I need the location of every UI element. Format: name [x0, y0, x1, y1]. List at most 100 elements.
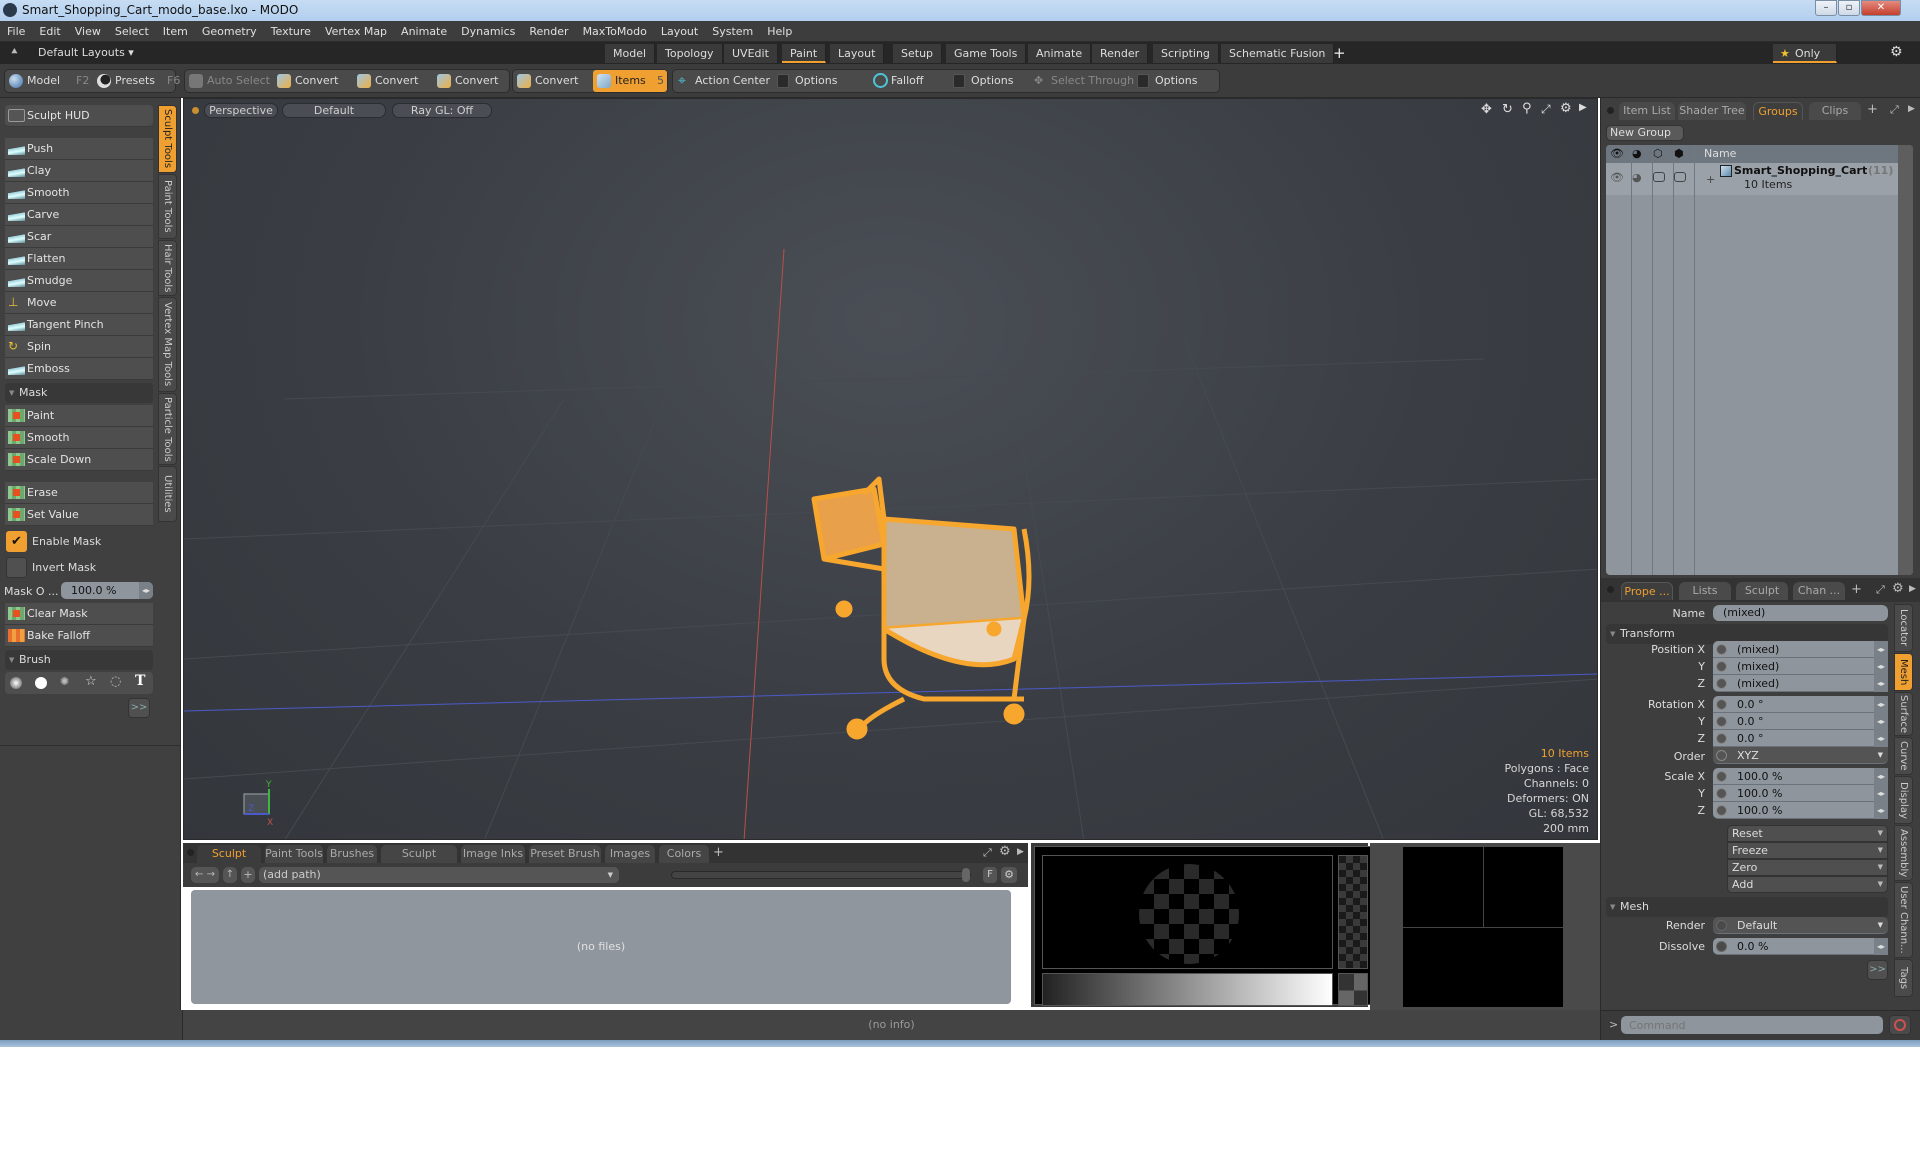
hard-brush-icon[interactable] — [35, 677, 47, 689]
rotation-z-field[interactable]: 0.0 ° ◂▸ — [1713, 730, 1888, 747]
scale-z-field[interactable]: 100.0 % ◂▸ — [1713, 802, 1888, 819]
keyframe-dot-icon[interactable] — [1716, 771, 1727, 782]
tab-image-inks[interactable]: Image Inks — [461, 845, 525, 863]
clear-mask-button[interactable]: Clear Mask — [5, 603, 153, 625]
name-column-header[interactable]: Name — [1704, 147, 1736, 160]
tab-item-list[interactable]: Item List — [1619, 102, 1675, 120]
vtab-tags[interactable]: Tags — [1894, 959, 1913, 997]
render-dropdown[interactable]: Default ▼ — [1713, 917, 1888, 934]
zero-dropdown[interactable]: Zero — [1727, 859, 1888, 876]
tab-groups[interactable]: Groups — [1753, 102, 1803, 120]
layout-selector[interactable]: Default Layouts ▾ — [38, 46, 134, 59]
command-input[interactable] — [1621, 1016, 1883, 1034]
vtab-display[interactable]: Display — [1894, 776, 1913, 824]
select-toggle-icon[interactable] — [1674, 172, 1686, 182]
action-center-options-button[interactable]: Options — [773, 70, 837, 92]
vector-brush-icon[interactable]: ◌ — [110, 674, 121, 689]
more-properties-button[interactable]: >> — [1867, 960, 1888, 980]
keyframe-dot-icon[interactable] — [1716, 788, 1727, 799]
gear-icon[interactable]: ⚙ — [1890, 44, 1903, 60]
layout-tab-layout[interactable]: Layout — [830, 44, 885, 63]
falloff-button[interactable]: Falloff — [869, 70, 923, 92]
name-field[interactable]: (mixed) — [1713, 605, 1888, 621]
thumbnail-size-slider[interactable] — [671, 868, 971, 882]
menu-geometry[interactable]: Geometry — [195, 21, 264, 42]
add-tab-button[interactable]: + — [1851, 582, 1862, 597]
render-icon[interactable]: ◕ — [1632, 147, 1642, 160]
vtab-particle-tools[interactable]: Particle Tools — [158, 393, 177, 465]
menu-maxtomodo[interactable]: MaxToModo — [576, 21, 654, 42]
layout-tab-model[interactable]: Model — [605, 44, 656, 63]
scale-x-field[interactable]: 100.0 % ◂▸ — [1713, 768, 1888, 785]
enable-mask-checkbox[interactable]: ✔ — [6, 531, 27, 552]
keyframe-dot-icon[interactable] — [1716, 716, 1727, 727]
layout-tab-uvedit[interactable]: UVEdit — [724, 44, 778, 63]
layout-tab-render[interactable]: Render — [1092, 44, 1149, 63]
invert-mask-checkbox[interactable] — [6, 557, 27, 578]
freeze-dropdown[interactable]: Freeze — [1727, 842, 1888, 859]
tab-colors[interactable]: Colors — [659, 845, 709, 863]
mask-erase-button[interactable]: Erase — [5, 482, 153, 504]
tab-clips[interactable]: Clips — [1809, 102, 1861, 120]
tab-brushes[interactable]: Brushes — [327, 845, 377, 863]
convert-vertices-button[interactable]: Convert — [273, 70, 339, 92]
gear-icon[interactable]: ⚙ — [1001, 867, 1017, 883]
vtab-vertex-map-tools[interactable]: Vertex Map Tools — [158, 297, 177, 392]
3d-viewport[interactable]: Perspective Default Ray GL: Off ✥ ↻ ⚲ ⤢ … — [183, 98, 1598, 840]
tool-tangent-pinch[interactable]: Tangent Pinch — [5, 314, 153, 336]
add-tab-button[interactable]: + — [713, 845, 724, 860]
group-row[interactable]: 👁 ◕ + Smart_Shopping_Cart (11) 10 Items — [1606, 163, 1898, 195]
add-button[interactable]: + — [241, 867, 255, 883]
rotation-x-field[interactable]: 0.0 ° ◂▸ — [1713, 696, 1888, 713]
menu-arrow-icon[interactable]: ▶ — [1908, 104, 1915, 114]
menu-view[interactable]: View — [68, 21, 108, 42]
render-icon[interactable]: ◕ — [1632, 171, 1642, 184]
vtab-assembly[interactable]: Assembly — [1894, 825, 1913, 881]
menu-layout[interactable]: Layout — [654, 21, 705, 42]
layout-tab-setup[interactable]: Setup — [893, 44, 943, 63]
keyframe-dot-icon[interactable] — [1716, 644, 1727, 655]
menu-file[interactable]: File — [0, 21, 32, 42]
up-directory-button[interactable]: ↑ — [223, 867, 237, 883]
bake-falloff-button[interactable]: Bake Falloff — [5, 625, 153, 647]
brush-section-header[interactable]: Brush — [5, 650, 153, 670]
keyframe-dot-icon[interactable] — [1716, 920, 1727, 931]
layout-tab-topology[interactable]: Topology — [657, 44, 723, 63]
convert-edges-button[interactable]: Convert — [353, 70, 419, 92]
layout-tab-paint[interactable]: Paint — [782, 44, 827, 63]
keyframe-dot-icon[interactable] — [1716, 678, 1727, 689]
mask-opacity-field[interactable]: 100.0 % ◂▸ — [61, 582, 153, 599]
tab-images[interactable]: Images — [605, 845, 655, 863]
keyframe-dot-icon[interactable] — [1716, 941, 1727, 952]
tool-carve[interactable]: Carve — [5, 204, 153, 226]
layout-tab-scripting[interactable]: Scripting — [1153, 44, 1219, 63]
tool-smooth[interactable]: Smooth — [5, 182, 153, 204]
vtab-utilities[interactable]: Utilities — [158, 466, 177, 522]
order-dropdown[interactable]: XYZ ▼ — [1713, 747, 1888, 764]
mask-paint-button[interactable]: Paint — [5, 405, 153, 427]
vtab-surface[interactable]: Surface — [1894, 692, 1913, 736]
vtab-hair-tools[interactable]: Hair Tools — [158, 240, 177, 296]
maximize-icon[interactable]: ⤢ — [1876, 583, 1885, 597]
convert-polygons-button[interactable]: Convert — [433, 70, 499, 92]
slider-handle[interactable] — [962, 868, 970, 882]
vtab-mesh[interactable]: Mesh — [1894, 653, 1913, 691]
maximize-icon[interactable]: ⤢ — [1890, 103, 1899, 117]
vtab-user-channels[interactable]: User Chann... — [1894, 882, 1913, 958]
menu-item[interactable]: Item — [156, 21, 195, 42]
visibility-icon[interactable]: 👁 — [1610, 147, 1624, 160]
tool-push[interactable]: Push — [5, 138, 153, 160]
layout-tab-animate[interactable]: Animate — [1028, 44, 1092, 63]
presets-button[interactable]: Presets F6 — [93, 70, 180, 92]
tab-preset-brush[interactable]: Preset Brush — [529, 845, 601, 863]
tab-paint-tools[interactable]: Paint Tools — [265, 845, 323, 863]
tool-clay[interactable]: Clay — [5, 160, 153, 182]
select-through-options-button[interactable]: Options — [1133, 70, 1197, 92]
keyframe-dot-icon[interactable] — [1716, 750, 1727, 761]
maximize-icon[interactable]: ⤢ — [983, 846, 992, 860]
lock-toggle-icon[interactable] — [1653, 172, 1665, 182]
new-group-button[interactable]: New Group — [1606, 125, 1684, 141]
add-tab-button[interactable]: + — [1867, 102, 1878, 117]
reset-dropdown[interactable]: Reset — [1727, 825, 1888, 842]
vtab-sculpt-tools[interactable]: Sculpt Tools — [158, 105, 177, 173]
